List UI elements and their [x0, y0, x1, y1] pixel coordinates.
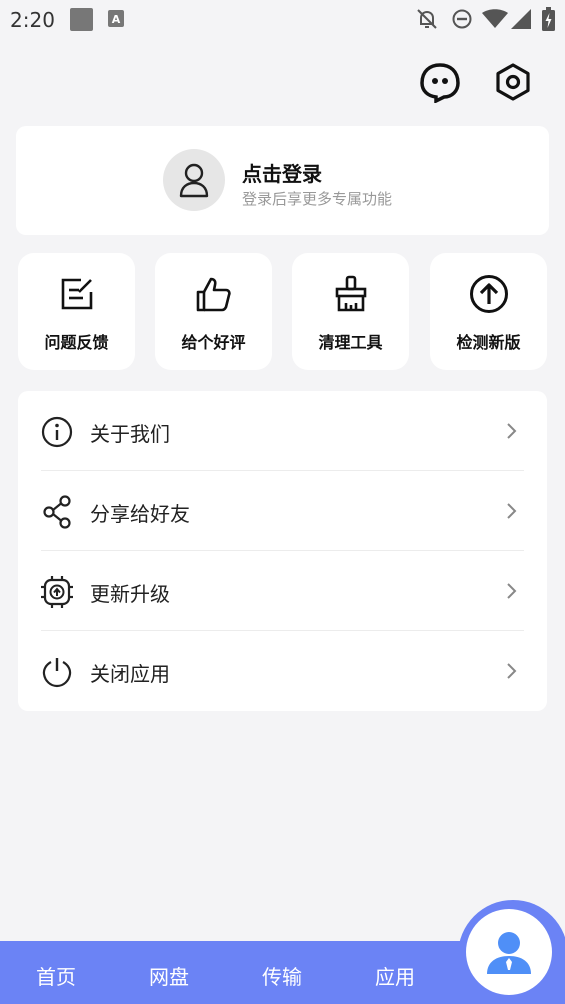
settings-button[interactable]	[491, 60, 535, 104]
menu-item-label: 关闭应用	[90, 662, 170, 686]
svg-text:A: A	[112, 13, 121, 26]
arrow-up-circle-icon	[469, 275, 508, 313]
quick-action-label: 给个好评	[181, 333, 246, 352]
user-icon	[179, 163, 209, 198]
thumbs-up-icon	[196, 277, 231, 312]
quick-action-label: 检测新版	[456, 333, 521, 352]
login-title[interactable]: 点击登录	[242, 158, 322, 187]
share-icon	[43, 495, 71, 529]
signal-icon	[511, 9, 531, 29]
quick-action-check-update[interactable]: 检测新版	[430, 253, 547, 370]
status-time: 2:20	[10, 8, 55, 32]
wifi-icon	[482, 9, 508, 28]
tab-transfer[interactable]: 传输	[252, 961, 312, 990]
chevron-right-icon	[507, 663, 517, 679]
update-icon	[41, 576, 73, 608]
avatar[interactable]	[163, 149, 225, 211]
quick-action-cleaner[interactable]: 清理工具	[292, 253, 409, 370]
do-not-disturb-icon	[452, 9, 472, 29]
app-a-icon: A	[108, 10, 124, 27]
chevron-right-icon	[507, 583, 517, 599]
quick-action-rate[interactable]: 给个好评	[155, 253, 272, 370]
settings-menu: 关于我们 分享给好友 更新升级 关闭应用	[18, 391, 547, 711]
menu-item-label: 分享给好友	[90, 502, 190, 526]
brush-icon	[335, 275, 366, 312]
tab-apps[interactable]: 应用	[365, 961, 425, 990]
chat-bot-icon	[420, 63, 460, 103]
info-icon	[41, 416, 73, 448]
quick-action-feedback[interactable]: 问题反馈	[18, 253, 135, 370]
menu-item-update[interactable]: 更新升级	[18, 551, 547, 631]
quick-action-label: 清理工具	[318, 333, 383, 352]
chevron-right-icon	[507, 503, 517, 519]
power-icon	[42, 658, 72, 688]
feedback-icon	[61, 278, 92, 310]
login-card[interactable]: 点击登录 登录后享更多专属功能	[16, 126, 549, 235]
profile-icon	[487, 932, 531, 974]
menu-item-about[interactable]: 关于我们	[18, 391, 547, 471]
menu-item-share[interactable]: 分享给好友	[18, 471, 547, 551]
quick-action-label: 问题反馈	[44, 333, 109, 352]
status-bar: 2:20 A	[0, 0, 565, 40]
login-subtitle: 登录后享更多专属功能	[242, 190, 393, 208]
bell-off-icon	[417, 9, 437, 29]
menu-item-label: 更新升级	[90, 582, 170, 606]
gallery-icon	[70, 8, 93, 31]
tab-profile[interactable]	[466, 909, 552, 995]
menu-item-close-app[interactable]: 关闭应用	[18, 631, 547, 711]
menu-item-label: 关于我们	[90, 422, 170, 446]
chevron-right-icon	[507, 423, 517, 439]
battery-icon	[542, 7, 555, 31]
settings-hexagon-icon	[496, 63, 530, 101]
tab-cloud-drive[interactable]: 网盘	[139, 961, 199, 990]
chat-bot-button[interactable]	[418, 60, 462, 104]
tab-home[interactable]: 首页	[26, 961, 86, 990]
